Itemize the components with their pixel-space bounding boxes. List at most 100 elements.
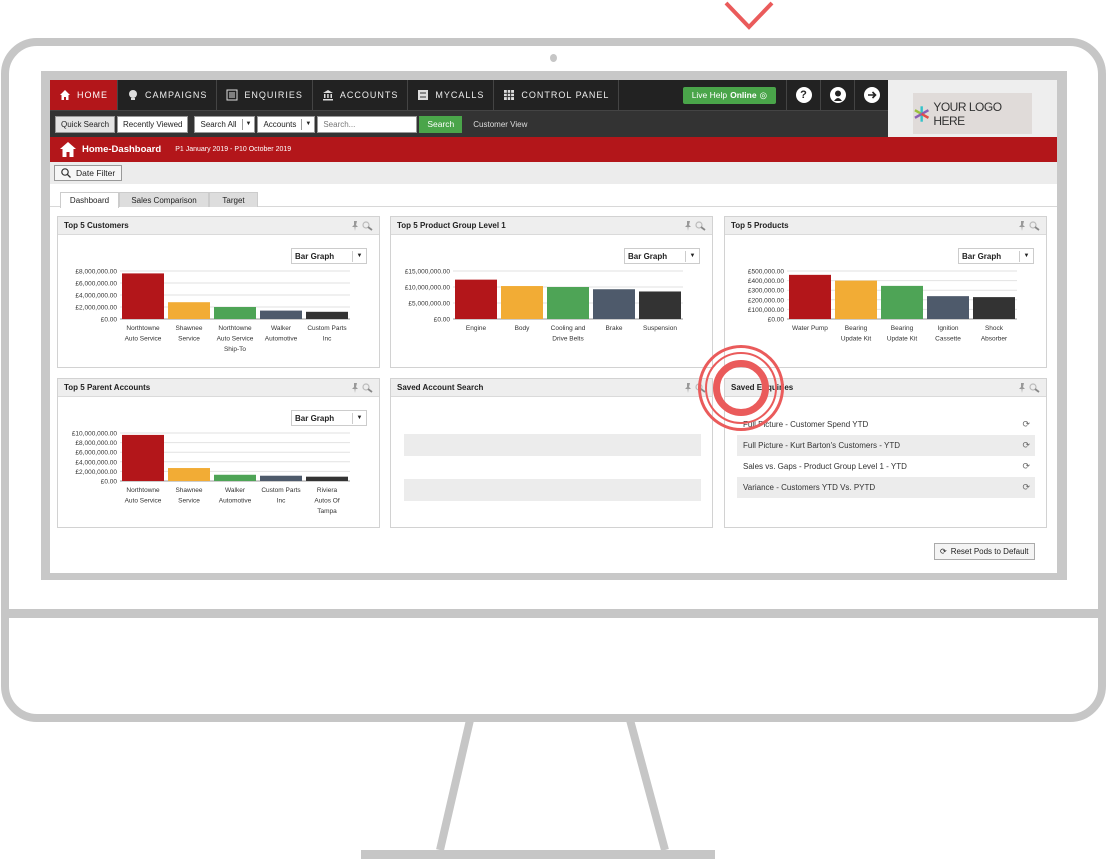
monitor-stand <box>361 720 715 859</box>
nav-enquiries[interactable]: ENQUIRIES <box>217 80 313 110</box>
bar <box>168 468 210 481</box>
refresh-icon[interactable]: ⟳ <box>1022 440 1030 451</box>
pin-icon[interactable] <box>351 220 359 231</box>
campaigns-icon <box>129 90 137 100</box>
y-tick-label: £300,000.00 <box>748 288 785 295</box>
tab-sales-comparison[interactable]: Sales Comparison <box>119 192 209 207</box>
bar <box>927 296 969 319</box>
reset-pods-button[interactable]: ⟳ Reset Pods to Default <box>934 543 1035 560</box>
nav-mycalls[interactable]: MYCALLS <box>408 80 495 110</box>
y-tick-label: £8,000,000.00 <box>75 440 117 447</box>
graph-type-select[interactable]: Bar Graph ▼ <box>624 248 700 264</box>
search-entity-select[interactable]: Accounts ▼ <box>257 115 316 133</box>
logout-button[interactable] <box>854 80 888 110</box>
zoom-icon[interactable] <box>1029 382 1040 393</box>
saved-enquiry-item[interactable]: Full Picture - Customer Spend YTD ⟳ <box>737 414 1035 435</box>
customer-view-link[interactable]: Customer View <box>464 120 527 129</box>
x-tick-label: Suspension <box>643 325 677 332</box>
x-tick-label: Walker <box>225 487 246 494</box>
search-button[interactable]: Search <box>419 115 463 133</box>
refresh-icon[interactable]: ⟳ <box>1022 419 1030 430</box>
profile-button[interactable] <box>820 80 854 110</box>
search-entity-value: Accounts <box>263 119 297 129</box>
x-tick-label: Inc <box>323 336 332 343</box>
logo-mark-icon <box>914 105 930 122</box>
saved-enquiries-list: Full Picture - Customer Spend YTD ⟳ Full… <box>737 414 1035 498</box>
graph-type-value: Bar Graph <box>628 251 668 261</box>
y-tick-label: £400,000.00 <box>748 278 785 285</box>
x-tick-label: Walker <box>271 325 292 332</box>
nav-control-panel-label: CONTROL PANEL <box>521 90 610 100</box>
x-tick-label: Drive Belts <box>552 336 584 343</box>
y-tick-label: £500,000.00 <box>748 269 785 276</box>
chevron-down-icon <box>724 1 774 30</box>
saved-enquiry-item[interactable]: Variance - Customers YTD Vs. PYTD ⟳ <box>737 477 1035 498</box>
nav-home[interactable]: HOME <box>50 80 118 110</box>
bar <box>306 476 348 481</box>
saved-enquiry-item[interactable]: Sales vs. Gaps - Product Group Level 1 -… <box>737 456 1035 477</box>
saved-enquiry-label: Sales vs. Gaps - Product Group Level 1 -… <box>743 462 907 471</box>
bar <box>122 273 164 319</box>
bar <box>455 279 497 319</box>
dashboard-tabs: Dashboard Sales Comparison Target <box>50 184 1057 208</box>
bar <box>306 311 348 319</box>
search-input[interactable]: Search... <box>317 115 418 133</box>
bar <box>214 307 256 319</box>
monitor-chin-divider <box>4 609 1104 618</box>
refresh-icon[interactable]: ⟳ <box>1022 461 1030 472</box>
bar <box>214 474 256 481</box>
nav-campaigns[interactable]: CAMPAIGNS <box>118 80 218 110</box>
date-filter-button[interactable]: Date Filter <box>54 165 123 181</box>
recently-viewed-tab[interactable]: Recently Viewed <box>117 115 189 133</box>
y-tick-label: £200,000.00 <box>748 297 785 304</box>
x-tick-label: Cassette <box>935 336 961 343</box>
pod-saved-account-search: Saved Account Search <box>390 378 713 528</box>
logout-arrow-icon <box>863 87 880 103</box>
pin-icon[interactable] <box>1018 220 1026 231</box>
live-help-button[interactable]: Live Help Online ◎ <box>682 86 776 104</box>
bar-chart-top5-product-group: £0.00 £5,000,000.00 £10,000,000.00 £15,000,… <box>405 269 683 343</box>
zoom-icon[interactable] <box>1029 220 1040 231</box>
bar <box>501 286 543 319</box>
x-tick-label: Water Pump <box>792 325 828 332</box>
pin-icon[interactable] <box>684 382 692 393</box>
graph-type-select[interactable]: Bar Graph ▼ <box>291 410 367 426</box>
refresh-icon[interactable]: ⟳ <box>1022 482 1030 493</box>
nav-mycalls-label: MYCALLS <box>435 90 485 100</box>
graph-type-select[interactable]: Bar Graph ▼ <box>958 248 1034 264</box>
dropdown-arrow-icon: ▼ <box>352 250 366 262</box>
pod-title: Top 5 Product Group Level 1 <box>397 221 506 230</box>
click-highlight-inner <box>713 360 769 416</box>
pin-icon[interactable] <box>351 382 359 393</box>
y-tick-label: £2,000,000.00 <box>75 469 117 476</box>
help-button[interactable]: ? <box>786 80 820 110</box>
nav-campaigns-label: CAMPAIGNS <box>145 90 208 100</box>
tab-target[interactable]: Target <box>209 192 258 207</box>
bank-icon <box>322 90 333 101</box>
x-tick-label: Ignition <box>938 325 959 332</box>
nav-control-panel[interactable]: CONTROL PANEL <box>494 80 620 110</box>
x-tick-label: Auto Service <box>125 336 162 343</box>
date-filter-label: Date Filter <box>76 168 116 178</box>
nav-accounts[interactable]: ACCOUNTS <box>313 80 409 110</box>
search-scope-select[interactable]: Search All ▼ <box>194 115 256 133</box>
x-tick-label: Absorber <box>981 336 1008 343</box>
zoom-icon[interactable] <box>695 220 706 231</box>
x-tick-label: Bearing <box>891 325 914 332</box>
pin-icon[interactable] <box>1018 382 1026 393</box>
x-tick-label: Northtowne <box>126 325 160 332</box>
tab-dashboard[interactable]: Dashboard <box>60 192 119 208</box>
x-tick-label: Custom Parts <box>261 487 301 494</box>
saved-enquiry-item[interactable]: Full Picture - Kurt Barton's Customers -… <box>737 435 1035 456</box>
grid-icon <box>504 90 515 100</box>
page-header: Home-Dashboard P1 January 2019 - P10 Oct… <box>50 137 1057 162</box>
zoom-icon[interactable] <box>362 220 373 231</box>
logo-text: YOUR LOGO HERE <box>933 99 1002 128</box>
zoom-icon[interactable] <box>362 382 373 393</box>
pin-icon[interactable] <box>684 220 692 231</box>
quick-search-tab[interactable]: Quick Search <box>55 115 116 133</box>
dropdown-arrow-icon: ▼ <box>241 118 255 130</box>
pod-top5-product-group: Top 5 Product Group Level 1 Bar Graph ▼ … <box>390 216 713 368</box>
graph-type-select[interactable]: Bar Graph ▼ <box>291 248 367 264</box>
bar <box>260 475 302 481</box>
